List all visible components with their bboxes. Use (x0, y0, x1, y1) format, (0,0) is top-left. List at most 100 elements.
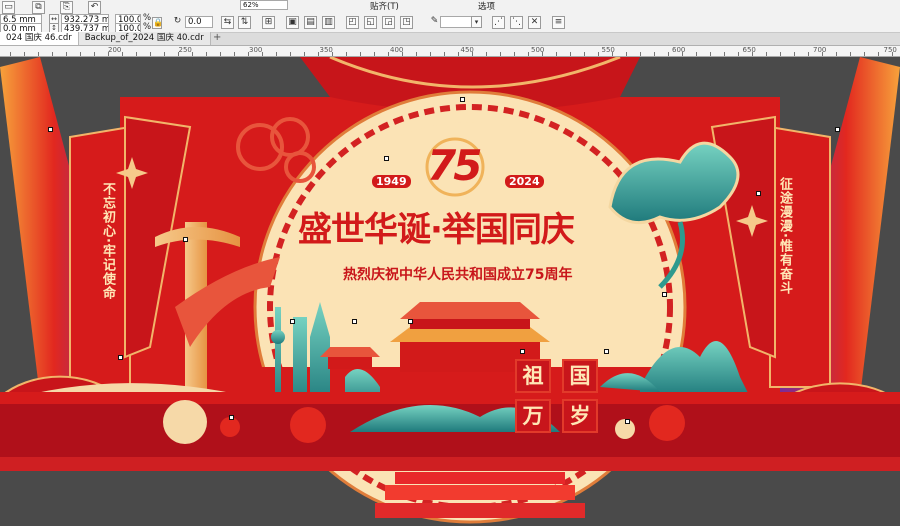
selection-handle[interactable] (48, 127, 53, 132)
selection-handle[interactable] (384, 156, 389, 161)
tab-document-1[interactable]: 024 国庆 46.cdr (0, 32, 79, 45)
ruler-tick (808, 52, 809, 56)
break-apart-icon[interactable]: ◱ (364, 16, 377, 29)
selection-handle[interactable] (290, 319, 295, 324)
ruler-tick (136, 52, 137, 56)
mirror-vertical-icon[interactable]: ⇅ (238, 16, 251, 29)
selection-handle[interactable] (408, 319, 413, 324)
rotation-field[interactable]: 0.0 (185, 16, 213, 28)
ruler-tick (486, 52, 487, 56)
ruler-tick (668, 52, 669, 56)
ruler-tick (24, 52, 25, 56)
seal-char-2: 国 (562, 359, 598, 393)
ruler-tick (892, 52, 893, 56)
ruler-tick (542, 52, 543, 56)
podium-base (375, 503, 585, 518)
add-tab-icon[interactable]: + (211, 32, 224, 45)
selection-handle[interactable] (835, 127, 840, 132)
ruler-tick (38, 52, 39, 56)
ruler-tick (276, 52, 277, 56)
right-banner-text: 征途漫漫·惟有奋斗 (777, 177, 792, 295)
ruler-tick (290, 52, 291, 56)
weld-icon[interactable]: ◲ (382, 16, 395, 29)
group-icon[interactable]: ▣ (286, 16, 299, 29)
ruler-tick (724, 52, 725, 56)
ruler-tick (472, 52, 473, 56)
ruler-label: 200 (108, 46, 122, 54)
node-tool-icon[interactable]: ⋰ (492, 16, 505, 29)
selection-handle[interactable] (520, 349, 525, 354)
ungroup-all-icon[interactable]: ▥ (322, 16, 335, 29)
scale-y-unit: % (143, 22, 152, 32)
stage-top (0, 392, 900, 404)
settings-menu[interactable]: 选项 (478, 0, 495, 12)
ruler-tick (192, 52, 193, 56)
ruler-label: 650 (742, 46, 756, 54)
podium-top (395, 472, 565, 484)
ruler-label: 300 (249, 46, 263, 54)
ruler-tick (682, 52, 683, 56)
ruler-tick (360, 52, 361, 56)
left-banner-text: 不忘初心·牢记使命 (100, 182, 115, 300)
rotate-icon: ↻ (173, 16, 182, 26)
ruler-label: 700 (813, 46, 827, 54)
ruler-tick (626, 52, 627, 56)
selection-handle[interactable] (118, 355, 123, 360)
drawing-canvas[interactable]: 75 1949 2024 盛世华诞·举国同庆 热烈庆祝中华人民共和国成立75周年… (0, 57, 900, 526)
lock-ratio-icon[interactable]: 🔒 (152, 17, 163, 29)
undo-icon[interactable]: ↶ (88, 1, 101, 14)
chevron-down-icon[interactable]: ▾ (471, 16, 482, 28)
ruler-tick (836, 52, 837, 56)
wrap-text-icon[interactable]: ≡ (552, 16, 565, 29)
selection-handle[interactable] (756, 191, 761, 196)
ruler-tick (10, 52, 11, 56)
snap-menu[interactable]: 贴齐(T) (370, 0, 399, 12)
ruler-tick (52, 52, 53, 56)
ruler-tick (780, 52, 781, 56)
align-icon[interactable]: ⊞ (262, 16, 275, 29)
seal-char-4: 岁 (562, 399, 598, 433)
horizontal-ruler[interactable]: 200 250 300 350 400 450 500 550 600 650 700 750 (0, 46, 900, 57)
ruler-tick (220, 52, 221, 56)
selection-handle[interactable] (460, 97, 465, 102)
paste-icon[interactable]: ⎘ (60, 1, 73, 14)
red-ball-3 (649, 405, 685, 441)
ruler-tick (766, 52, 767, 56)
ruler-tick (864, 52, 865, 56)
ruler-tick (332, 52, 333, 56)
subtitle: 热烈庆祝中华人民共和国成立75周年 (343, 267, 573, 283)
ruler-tick (444, 52, 445, 56)
zoom-field[interactable]: 62% (240, 0, 288, 10)
mirror-horizontal-icon[interactable]: ⇆ (221, 16, 234, 29)
node-delete-icon[interactable]: ✕ (528, 16, 541, 29)
ruler-tick (500, 52, 501, 56)
ruler-tick (66, 52, 67, 56)
ruler-tick (262, 52, 263, 56)
ruler-tick (234, 52, 235, 56)
ruler-tick (696, 52, 697, 56)
combine-icon[interactable]: ◰ (346, 16, 359, 29)
selection-handle[interactable] (604, 349, 609, 354)
ruler-label: 600 (672, 46, 686, 54)
ruler-tick (374, 52, 375, 56)
ruler-tick (416, 52, 417, 56)
ruler-tick (612, 52, 613, 56)
ruler-tick (654, 52, 655, 56)
selection-handle[interactable] (625, 419, 630, 424)
poster-artwork[interactable] (0, 57, 900, 526)
copy-icon[interactable]: ⧉ (32, 1, 45, 14)
tab-document-2[interactable]: Backup_of_2024 国庆 40.cdr (78, 32, 211, 45)
node-add-icon[interactable]: ⋱ (510, 16, 523, 29)
selection-handle[interactable] (183, 237, 188, 242)
ungroup-icon[interactable]: ▤ (304, 16, 317, 29)
page-icon[interactable]: ▭ (2, 1, 15, 14)
trim-icon[interactable]: ◳ (400, 16, 413, 29)
selection-handle[interactable] (662, 292, 667, 297)
ruler-tick (514, 52, 515, 56)
selection-handle[interactable] (229, 415, 234, 420)
ruler-tick (248, 52, 249, 56)
ruler-tick (304, 52, 305, 56)
gold-ball-left (163, 400, 207, 444)
red-ball-1 (220, 417, 240, 437)
selection-handle[interactable] (352, 319, 357, 324)
